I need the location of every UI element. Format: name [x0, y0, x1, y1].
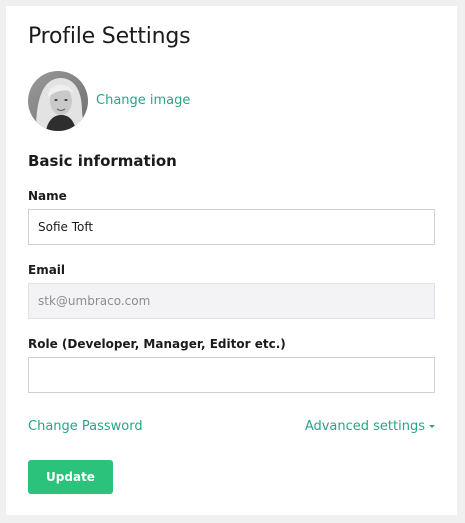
name-input[interactable]: [28, 209, 435, 245]
role-label: Role (Developer, Manager, Editor etc.): [28, 337, 286, 351]
change-image-link[interactable]: Change image: [96, 93, 190, 108]
avatar-photo-icon: [28, 71, 88, 131]
name-label: Name: [28, 189, 67, 203]
advanced-settings-link[interactable]: Advanced settings: [305, 419, 435, 434]
profile-settings-panel: Profile Settings Change image Basic info…: [6, 6, 457, 515]
caret-down-icon: [429, 425, 435, 428]
change-password-link[interactable]: Change Password: [28, 419, 143, 434]
page-title: Profile Settings: [28, 24, 191, 49]
update-button[interactable]: Update: [28, 460, 113, 494]
section-title-basic-information: Basic information: [28, 152, 177, 170]
avatar[interactable]: [28, 71, 88, 131]
email-label: Email: [28, 263, 66, 277]
advanced-settings-label: Advanced settings: [304, 419, 425, 434]
email-input[interactable]: [28, 283, 435, 319]
role-input[interactable]: [28, 357, 435, 393]
